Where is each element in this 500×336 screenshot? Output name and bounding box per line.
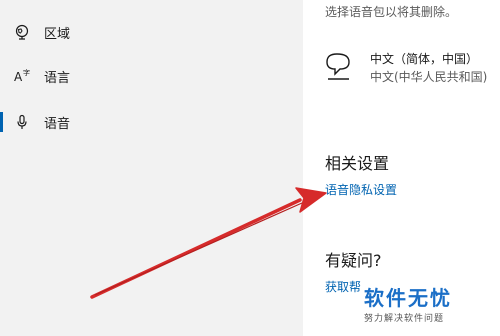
svg-text:A: A [14,70,23,84]
get-help-link[interactable]: 获取帮 [325,278,361,295]
sidebar-item-label: 语言 [44,71,71,86]
speech-bubble-icon [325,52,359,82]
language-pack-name: 中文（简体，中国） [370,52,479,66]
watermark: 软件无忧 努力解决软件问题 [364,282,486,324]
language-pack-subtitle: 中文(中华人民共和国) [370,70,488,84]
speech-privacy-settings-link[interactable]: 语音隐私设置 [325,181,397,198]
sidebar-item-label: 区域 [44,27,71,42]
language-icon: A 字 [14,68,30,84]
sidebar-item-speech[interactable]: 语音 [0,102,303,142]
watermark-title: 软件无忧 [364,286,452,310]
microphone-icon [14,114,30,130]
region-icon [14,24,30,40]
watermark-subtitle: 努力解决软件问题 [364,314,445,324]
help-heading: 有疑问? [325,251,382,270]
sidebar-item-language[interactable]: A 字 语言 [0,56,303,96]
language-pack-item[interactable]: 中文（简体，中国） 中文(中华人民共和国) [325,46,500,86]
selection-indicator [0,112,3,132]
sidebar-item-region[interactable]: 区域 [0,12,303,52]
svg-text:字: 字 [23,68,30,77]
remove-pack-hint: 选择语音包以将其删除。 [325,5,458,19]
related-settings-heading: 相关设置 [325,154,390,173]
settings-sidebar: 区域 A 字 语言 语音 [0,0,303,336]
sidebar-item-label: 语音 [44,117,71,132]
